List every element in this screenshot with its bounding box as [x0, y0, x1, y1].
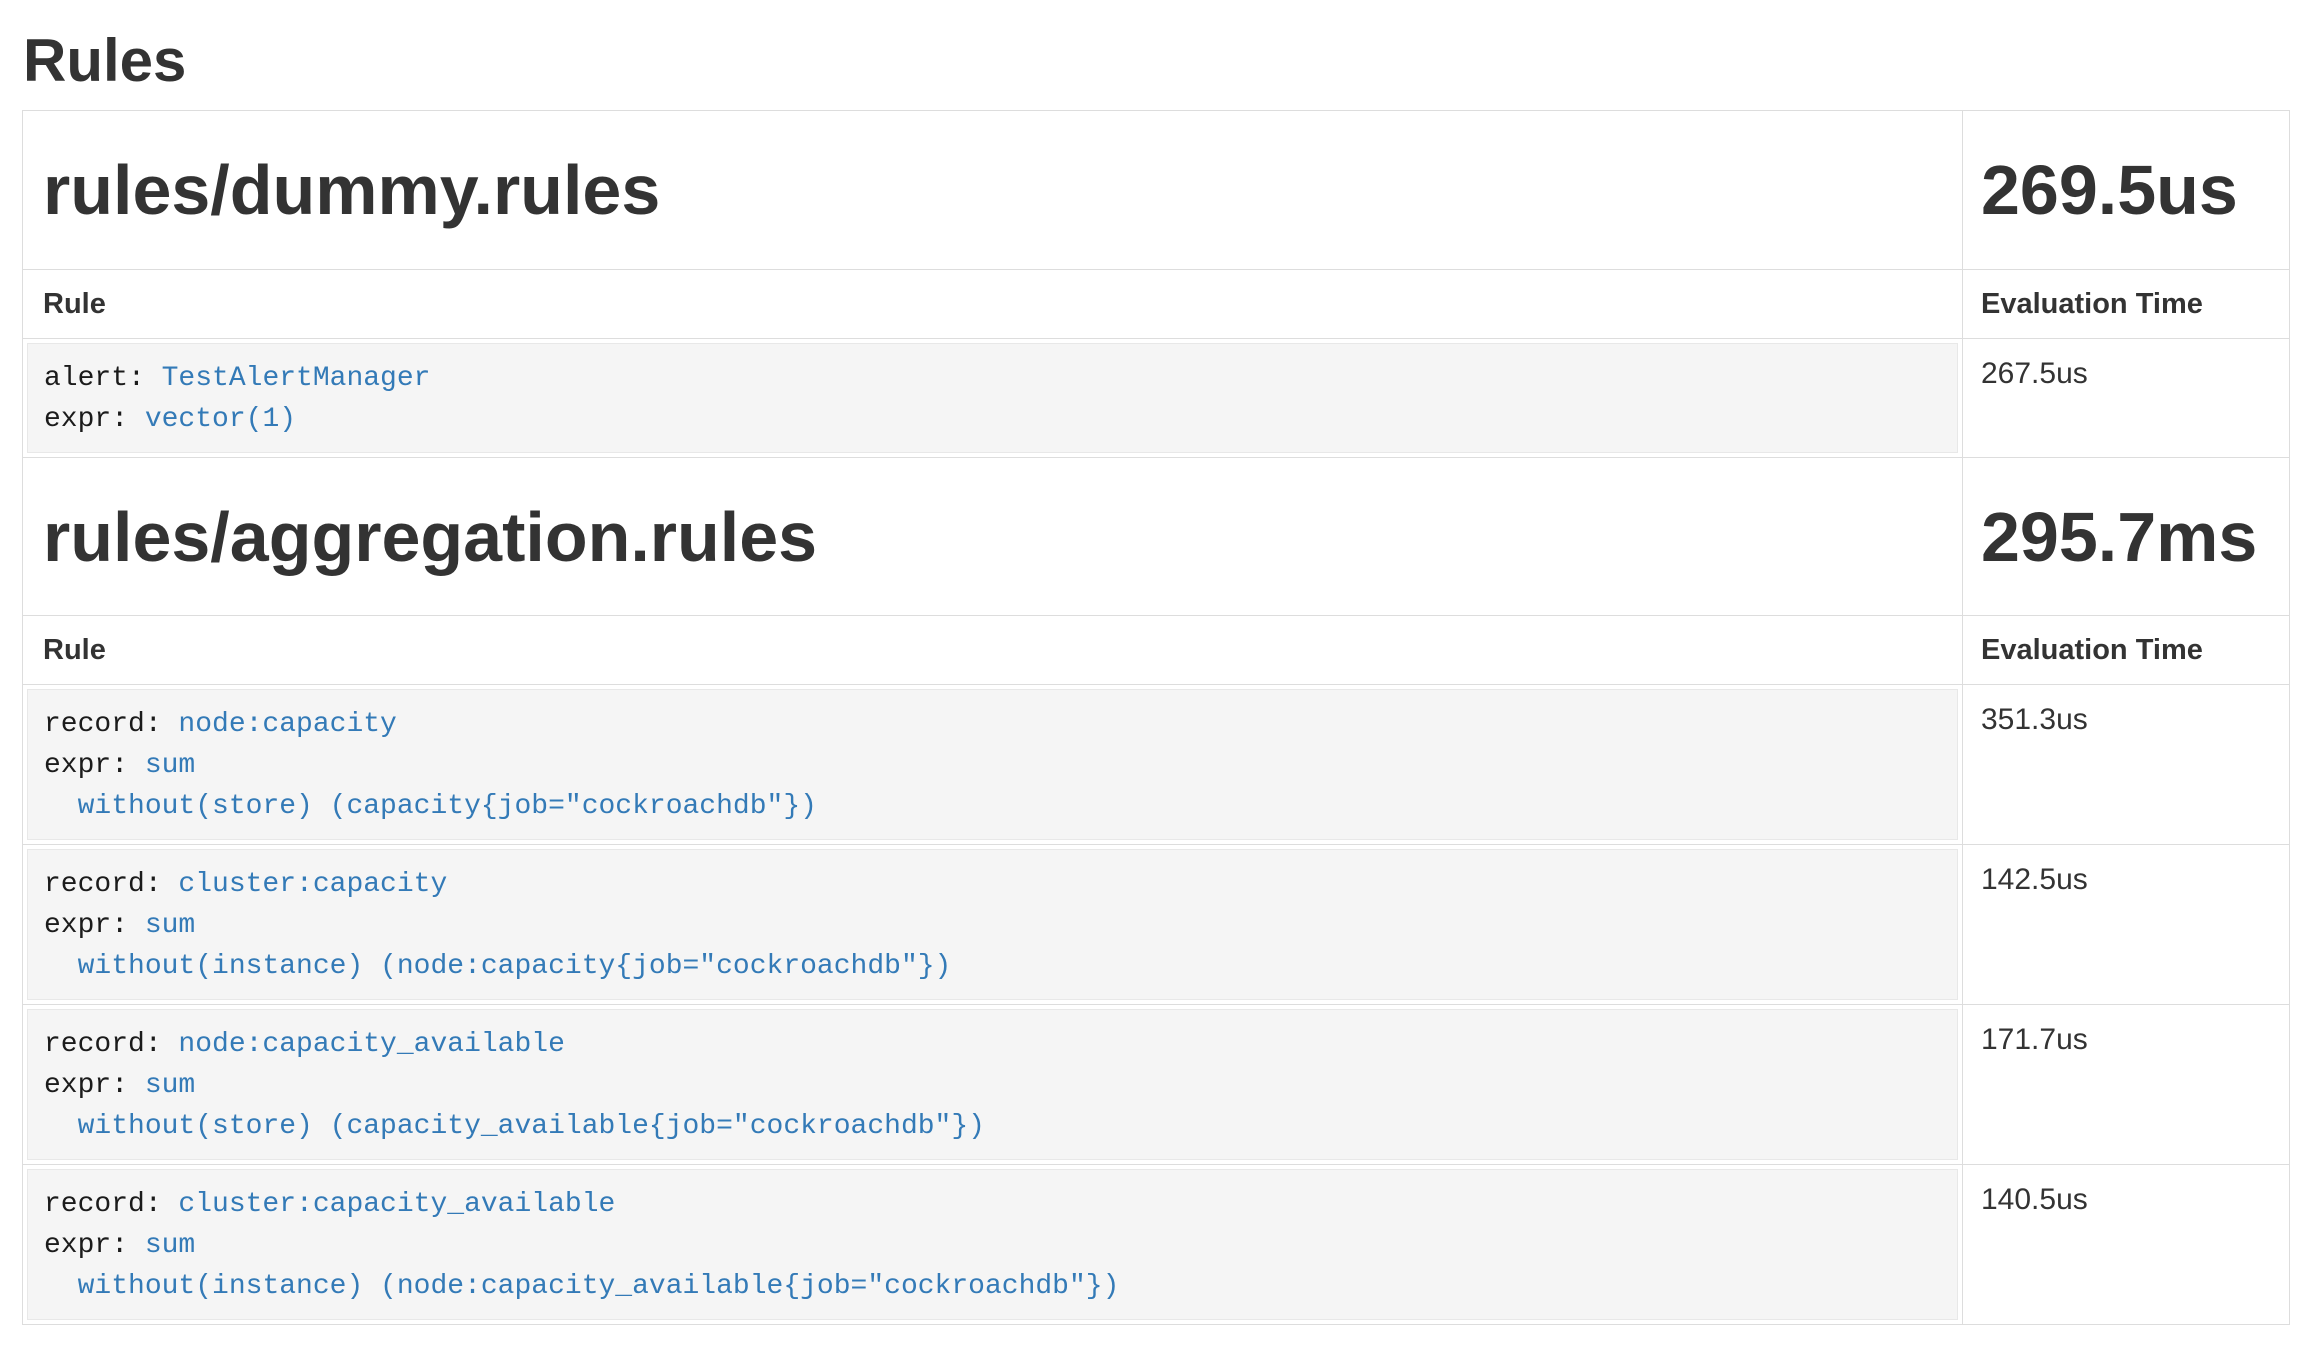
rule-expression-link[interactable]: without(instance) (node:capacity_availab… [78, 1271, 1120, 1302]
column-header-row: Rule Evaluation Time [23, 616, 2290, 685]
rule-keyword: expr: [44, 750, 145, 781]
rule-definition-cell: record: cluster:capacity expr: sum witho… [23, 845, 1963, 1005]
rule-group-name: rules/aggregation.rules [43, 498, 817, 576]
rule-keyword: record: [44, 1029, 178, 1060]
rule-group-evaluation-time: 269.5us [1981, 151, 2238, 229]
rule-keyword [44, 1111, 78, 1142]
rule-name-link[interactable]: cluster:capacity [178, 869, 447, 900]
rule-keyword [44, 951, 78, 982]
rule-evaluation-time: 351.3us [1963, 685, 2290, 845]
rule-name-link[interactable]: node:capacity [178, 709, 396, 740]
rule-row: alert: TestAlertManager expr: vector(1) … [23, 338, 2290, 457]
rule-expression-link[interactable]: sum [145, 910, 195, 941]
rule-expression-link[interactable]: sum [145, 750, 195, 781]
rule-keyword [44, 791, 78, 822]
rule-definition-cell: record: node:capacity_available expr: su… [23, 1005, 1963, 1165]
rule-keyword: expr: [44, 1230, 145, 1261]
rule-keyword: record: [44, 869, 178, 900]
rules-table: rules/dummy.rules 269.5us Rule Evaluatio… [22, 110, 2290, 1325]
rule-row: record: cluster:capacity_available expr:… [23, 1165, 2290, 1325]
rule-definition-cell: record: node:capacity expr: sum without(… [23, 685, 1963, 845]
rule-definition: record: cluster:capacity_available expr:… [27, 1169, 1958, 1320]
rule-row: record: node:capacity_available expr: su… [23, 1005, 2290, 1165]
rule-name-link[interactable]: cluster:capacity_available [178, 1189, 615, 1220]
rule-definition-cell: record: cluster:capacity_available expr:… [23, 1165, 1963, 1325]
rule-expression-link[interactable]: sum [145, 1070, 195, 1101]
rule-definition: alert: TestAlertManager expr: vector(1) [27, 343, 1958, 453]
rule-expression-link[interactable]: vector(1) [145, 404, 296, 435]
rule-row: record: node:capacity expr: sum without(… [23, 685, 2290, 845]
rule-group-evaluation-time-cell: 295.7ms [1963, 457, 2290, 616]
rule-keyword: alert: [44, 363, 162, 394]
rule-row: record: cluster:capacity expr: sum witho… [23, 845, 2290, 1005]
rule-group-name-cell: rules/dummy.rules [23, 111, 1963, 270]
rules-page: Rules rules/dummy.rules 269.5us Rule Eva… [0, 26, 2316, 1325]
rule-definition: record: cluster:capacity expr: sum witho… [27, 849, 1958, 1000]
rule-evaluation-time: 267.5us [1963, 338, 2290, 457]
rule-keyword: record: [44, 1189, 178, 1220]
rule-name-link[interactable]: TestAlertManager [162, 363, 431, 394]
rule-keyword: record: [44, 709, 178, 740]
rule-keyword: expr: [44, 404, 145, 435]
rule-group-name: rules/dummy.rules [43, 151, 660, 229]
rule-group-header-row: rules/dummy.rules 269.5us [23, 111, 2290, 270]
rule-evaluation-time: 142.5us [1963, 845, 2290, 1005]
rule-evaluation-time: 140.5us [1963, 1165, 2290, 1325]
rule-definition: record: node:capacity expr: sum without(… [27, 689, 1958, 840]
column-header-row: Rule Evaluation Time [23, 269, 2290, 338]
rule-expression-link[interactable]: without(store) (capacity{job="cockroachd… [78, 791, 817, 822]
rule-keyword: expr: [44, 910, 145, 941]
rule-name-link[interactable]: node:capacity_available [178, 1029, 564, 1060]
rule-evaluation-time: 171.7us [1963, 1005, 2290, 1165]
page-title: Rules [23, 26, 2290, 95]
rule-expression-link[interactable]: sum [145, 1230, 195, 1261]
rule-group-header-row: rules/aggregation.rules 295.7ms [23, 457, 2290, 616]
rule-keyword: expr: [44, 1070, 145, 1101]
rule-expression-link[interactable]: without(store) (capacity_available{job="… [78, 1111, 985, 1142]
evaluation-time-column-header: Evaluation Time [1963, 616, 2290, 685]
rule-expression-link[interactable]: without(instance) (node:capacity{job="co… [78, 951, 952, 982]
rule-column-header: Rule [23, 616, 1963, 685]
rule-group-evaluation-time: 295.7ms [1981, 498, 2257, 576]
rule-group-evaluation-time-cell: 269.5us [1963, 111, 2290, 270]
evaluation-time-column-header: Evaluation Time [1963, 269, 2290, 338]
rule-definition: record: node:capacity_available expr: su… [27, 1009, 1958, 1160]
rule-column-header: Rule [23, 269, 1963, 338]
rule-group-name-cell: rules/aggregation.rules [23, 457, 1963, 616]
rule-definition-cell: alert: TestAlertManager expr: vector(1) [23, 338, 1963, 457]
rule-keyword [44, 1271, 78, 1302]
